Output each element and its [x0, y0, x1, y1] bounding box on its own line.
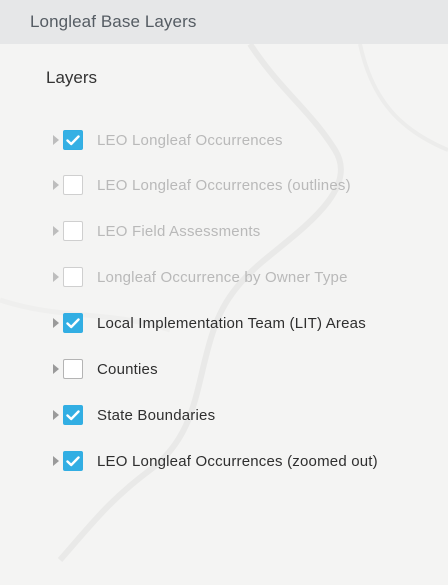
- layer-row-longleaf-occurrence-by-owner-type[interactable]: Longleaf Occurrence by Owner Type: [0, 254, 448, 300]
- check-icon: [66, 409, 80, 420]
- layer-checkbox[interactable]: [63, 313, 83, 333]
- check-icon: [66, 455, 80, 466]
- layer-row-state-boundaries[interactable]: State Boundaries: [0, 392, 448, 438]
- layer-label: Counties: [97, 360, 158, 378]
- layer-checkbox[interactable]: [63, 267, 83, 287]
- caret-right-icon[interactable]: [52, 456, 60, 466]
- caret-right-icon[interactable]: [52, 272, 60, 282]
- layer-label: LEO Field Assessments: [97, 222, 261, 240]
- panel-title: Longleaf Base Layers: [30, 12, 197, 31]
- layer-list: LEO Longleaf Occurrences LEO Longleaf Oc…: [0, 118, 448, 484]
- layer-checkbox[interactable]: [63, 451, 83, 471]
- layer-row-local-implementation-team-areas[interactable]: Local Implementation Team (LIT) Areas: [0, 300, 448, 346]
- caret-right-icon[interactable]: [52, 180, 60, 190]
- caret-right-icon[interactable]: [52, 226, 60, 236]
- caret-right-icon[interactable]: [52, 135, 60, 145]
- layer-label: Longleaf Occurrence by Owner Type: [97, 268, 348, 286]
- caret-right-icon[interactable]: [52, 410, 60, 420]
- layers-section-title: Layers: [46, 68, 98, 87]
- layer-row-leo-field-assessments[interactable]: LEO Field Assessments: [0, 208, 448, 254]
- layer-list-panel: Longleaf Base Layers Layers LEO Longleaf…: [0, 0, 448, 585]
- layer-checkbox[interactable]: [63, 130, 83, 150]
- layer-row-leo-longleaf-occurrences-zoomed-out[interactable]: LEO Longleaf Occurrences (zoomed out): [0, 438, 448, 484]
- layer-row-counties[interactable]: Counties: [0, 346, 448, 392]
- panel-header: Longleaf Base Layers: [0, 0, 448, 44]
- check-icon: [66, 134, 80, 145]
- layer-label: LEO Longleaf Occurrences (outlines): [97, 176, 351, 194]
- layer-label: State Boundaries: [97, 406, 216, 424]
- layer-checkbox[interactable]: [63, 221, 83, 241]
- layer-row-leo-longleaf-occurrences[interactable]: LEO Longleaf Occurrences: [0, 118, 448, 162]
- layer-checkbox[interactable]: [63, 175, 83, 195]
- layer-row-leo-longleaf-occurrences-outlines[interactable]: LEO Longleaf Occurrences (outlines): [0, 162, 448, 208]
- layer-label: LEO Longleaf Occurrences (zoomed out): [97, 452, 378, 470]
- caret-right-icon[interactable]: [52, 364, 60, 374]
- check-icon: [66, 317, 80, 328]
- layer-checkbox[interactable]: [63, 405, 83, 425]
- layer-checkbox[interactable]: [63, 359, 83, 379]
- caret-right-icon[interactable]: [52, 318, 60, 328]
- layer-label: Local Implementation Team (LIT) Areas: [97, 314, 366, 332]
- layer-label: LEO Longleaf Occurrences: [97, 131, 283, 149]
